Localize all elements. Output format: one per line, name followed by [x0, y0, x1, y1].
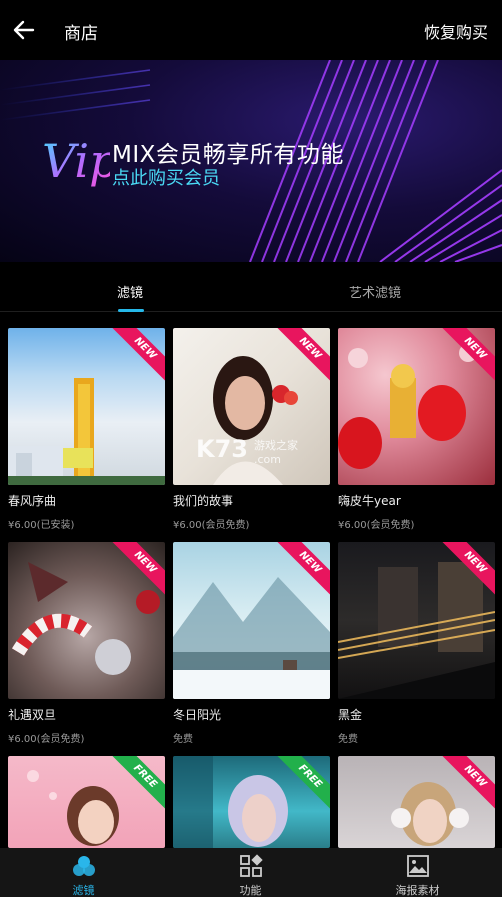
vip-banner[interactable]: Vip MIX会员畅享所有功能 点此购买会员	[0, 60, 502, 262]
filter-price: ¥6.00(会员免费)	[173, 520, 250, 531]
tab-art-filters[interactable]: 艺术滤镜	[349, 282, 401, 301]
filter-name: 礼遇双旦	[8, 708, 57, 722]
filter-name: 冬日阳光	[173, 708, 222, 722]
filter-price: 免费	[173, 734, 193, 745]
filter-card[interactable]: NEW 礼遇双旦 ¥6.00(会员免费)	[8, 542, 165, 745]
filter-name: 春风序曲	[8, 494, 57, 508]
filter-thumbnail: NEW	[173, 542, 330, 699]
top-bar: 商店 恢复购买	[0, 0, 502, 60]
vip-logo-text: Vip	[42, 134, 110, 188]
watermark-logo-text: K73	[196, 435, 248, 463]
page-title: 商店	[64, 24, 98, 44]
filter-thumbnail: FREE	[8, 756, 165, 848]
filter-thumbnail: NEW	[8, 328, 165, 485]
filter-name: 嗨皮牛year	[338, 494, 401, 508]
nav-filters-label: 滤镜	[72, 884, 95, 897]
active-tab-indicator	[118, 309, 144, 312]
filter-card[interactable]: NEW 黑金 免费	[338, 542, 495, 745]
filter-thumbnail: NEW	[338, 756, 495, 848]
tab-filters[interactable]: 滤镜	[117, 282, 143, 301]
filter-card[interactable]: NEW 嗨皮牛year ¥6.00(会员免费)	[338, 328, 495, 531]
filter-thumbnail: NEW	[338, 542, 495, 699]
filter-card[interactable]: NEW 冬日阳光 免费	[173, 542, 330, 745]
vip-logo: Vip	[42, 134, 110, 188]
filter-name: 黑金	[338, 708, 363, 722]
restore-purchase-button[interactable]: 恢复购买	[424, 19, 488, 43]
nav-filters[interactable]: 滤镜	[0, 848, 167, 897]
filter-price: ¥6.00(已安装)	[8, 520, 75, 531]
grid-icon	[239, 854, 263, 877]
watermark-line2: .com	[254, 453, 281, 466]
nav-poster-assets-label: 海报素材	[395, 884, 440, 897]
filter-card[interactable]: NEW 春风序曲 ¥6.00(已安装)	[8, 328, 165, 531]
filter-card[interactable]: FREE	[8, 756, 165, 848]
filter-thumbnail: FREE	[173, 756, 330, 848]
back-arrow-icon[interactable]	[12, 18, 36, 42]
filter-price: ¥6.00(会员免费)	[8, 734, 85, 745]
filter-name: 我们的故事	[173, 494, 234, 508]
category-tabs: 滤镜 艺术滤镜	[0, 262, 502, 312]
image-icon	[406, 855, 429, 877]
filter-thumbnail: NEW	[338, 328, 495, 485]
filter-thumbnail: NEW	[8, 542, 165, 699]
filter-card[interactable]: FREE	[173, 756, 330, 848]
nav-features[interactable]: 功能	[167, 848, 334, 897]
watermark-text: 游戏之家 .com	[254, 437, 298, 466]
filter-card[interactable]: NEW 我们的故事 ¥6.00(会员免费)	[173, 328, 330, 531]
nav-features-label: 功能	[239, 884, 262, 897]
filter-card[interactable]: NEW	[338, 756, 495, 848]
filter-icon	[72, 856, 95, 876]
watermark-line1: 游戏之家	[254, 439, 298, 452]
bottom-nav: 滤镜 功能 海报素材	[0, 848, 502, 897]
banner-subline[interactable]: 点此购买会员	[112, 164, 220, 190]
filter-price: ¥6.00(会员免费)	[338, 520, 415, 531]
filter-price: 免费	[338, 734, 358, 745]
nav-poster-assets[interactable]: 海报素材	[334, 848, 501, 897]
